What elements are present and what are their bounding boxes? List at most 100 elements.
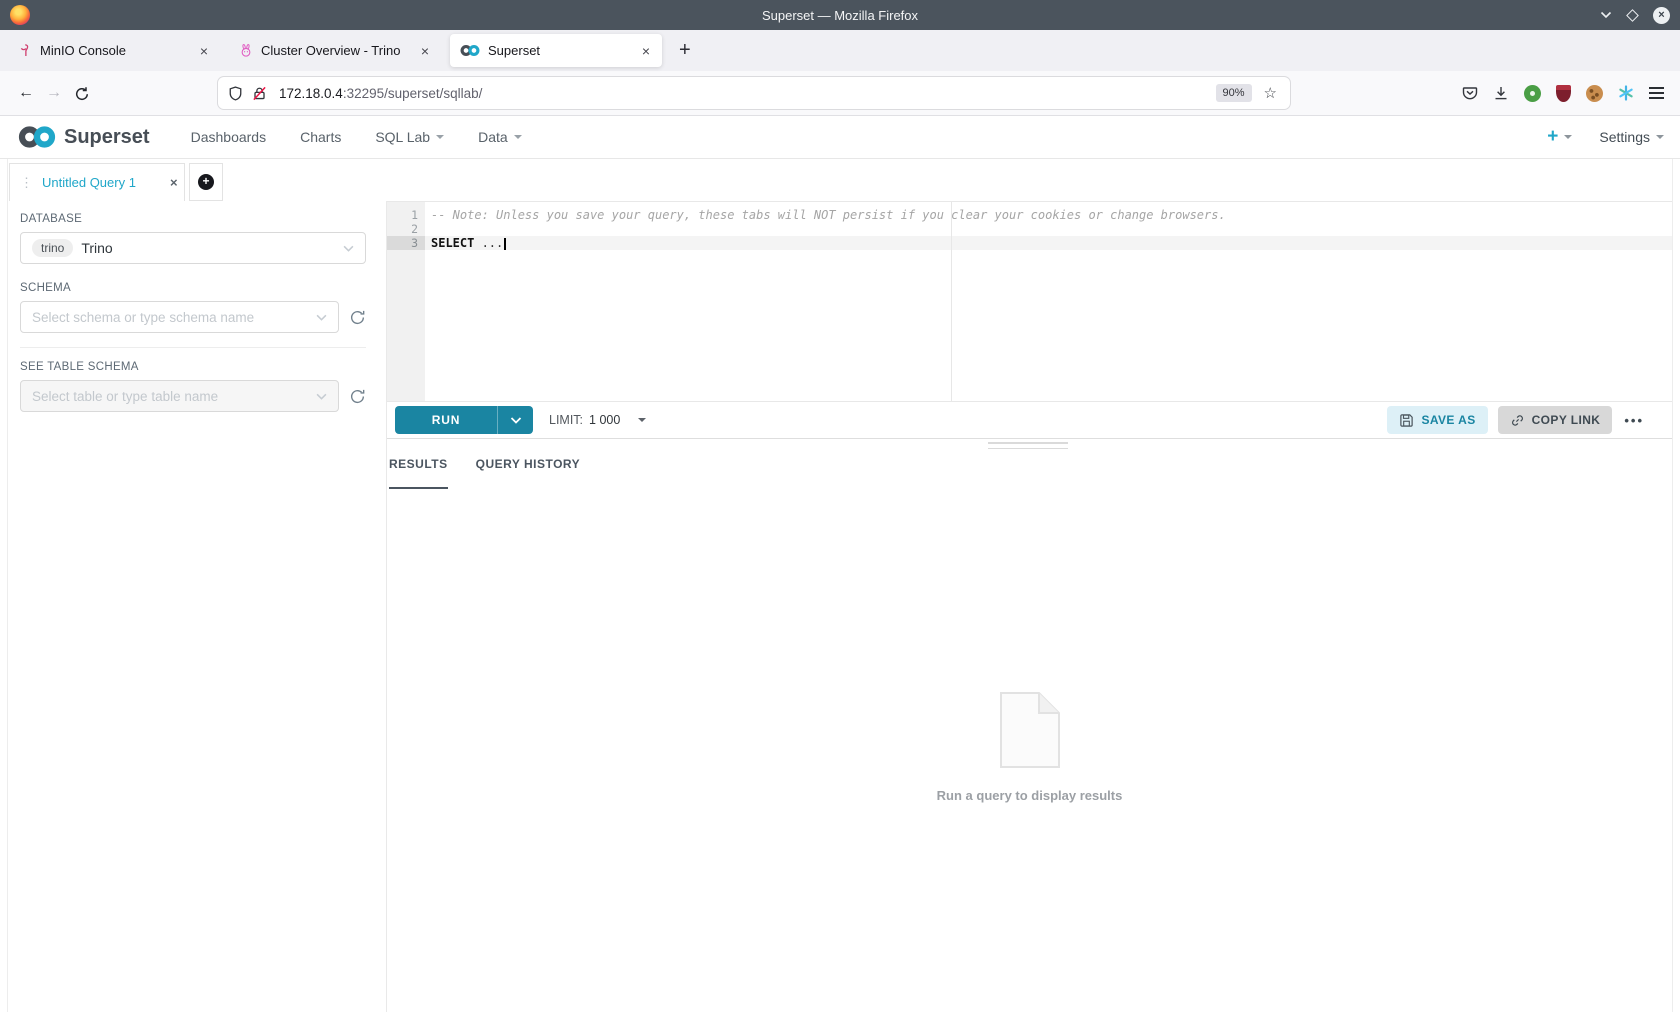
editor-gutter: 1 2 3 bbox=[387, 202, 425, 401]
run-options-button[interactable] bbox=[497, 406, 533, 434]
shield-permissions-icon[interactable] bbox=[228, 85, 243, 101]
browser-tab-trino[interactable]: Cluster Overview - Trino × bbox=[229, 34, 441, 67]
plus-circle-icon: + bbox=[198, 174, 214, 190]
browser-toolbar: ← → 172.18.0.4:32295/superset/sqllab/ 90… bbox=[0, 71, 1680, 116]
refresh-tables-icon[interactable] bbox=[349, 388, 366, 405]
forward-button: → bbox=[46, 84, 62, 101]
extension-green-icon[interactable] bbox=[1524, 84, 1541, 102]
window-minimize-icon[interactable] bbox=[1600, 11, 1612, 19]
reload-button[interactable] bbox=[68, 84, 96, 102]
query-tab-active[interactable]: ⋮ Untitled Query 1 × bbox=[9, 163, 185, 201]
limit-value: 1 000 bbox=[589, 413, 621, 427]
results-panel: RESULTS QUERY HISTORY Run a query to dis… bbox=[387, 438, 1672, 1012]
window-titlebar: Superset — Mozilla Firefox × bbox=[0, 0, 1680, 30]
database-label: DATABASE bbox=[20, 213, 83, 225]
more-options-button[interactable]: ••• bbox=[1622, 413, 1646, 428]
trino-bunny-icon bbox=[241, 44, 251, 57]
tab-close-icon[interactable]: × bbox=[196, 43, 212, 59]
insecure-lock-icon[interactable] bbox=[252, 86, 267, 101]
row-limit-control[interactable]: LIMIT: 1 000 bbox=[549, 413, 647, 427]
editor-pane: 1 2 3 -- Note: Unless you save your quer… bbox=[387, 201, 1672, 1012]
sql-code: ... bbox=[474, 236, 504, 250]
chevron-down-icon bbox=[436, 135, 445, 139]
panel-resize-handle[interactable] bbox=[987, 442, 1068, 453]
url-bar[interactable]: 172.18.0.4:32295/superset/sqllab/ 90% ☆ bbox=[218, 77, 1290, 109]
browser-tab-minio[interactable]: MinIO Console × bbox=[8, 34, 220, 67]
link-icon bbox=[1511, 414, 1523, 426]
browser-tab-label: Cluster Overview - Trino bbox=[261, 43, 401, 58]
schema-label: SCHEMA bbox=[20, 282, 72, 294]
add-query-tab-button[interactable]: + bbox=[189, 163, 223, 201]
settings-menu-button[interactable]: Settings bbox=[1599, 129, 1664, 145]
sql-comment: -- Note: Unless you save your query, the… bbox=[431, 208, 1226, 222]
nav-item-sql-lab[interactable]: SQL Lab bbox=[358, 129, 461, 145]
sql-keyword: SELECT bbox=[431, 236, 475, 250]
empty-document-icon bbox=[999, 692, 1060, 768]
database-select[interactable]: trino Trino bbox=[20, 232, 366, 264]
database-value: Trino bbox=[81, 240, 113, 256]
asterisk-extension-icon[interactable] bbox=[1618, 85, 1634, 101]
query-tab-bar: ⋮ Untitled Query 1 × + bbox=[8, 159, 1672, 201]
save-as-button[interactable]: SAVE AS bbox=[1387, 406, 1488, 434]
window-close-button[interactable]: × bbox=[1653, 6, 1670, 24]
limit-label: LIMIT: bbox=[549, 413, 584, 427]
line-number-active: 3 bbox=[387, 236, 425, 250]
firefox-logo-icon bbox=[10, 5, 30, 25]
window-maximize-icon[interactable] bbox=[1626, 8, 1639, 22]
tab-query-history[interactable]: QUERY HISTORY bbox=[476, 439, 581, 489]
chevron-down-icon bbox=[513, 135, 522, 139]
sql-lab-container: ⋮ Untitled Query 1 × + DATABASE trino Tr… bbox=[7, 159, 1673, 1012]
page-zoom-badge[interactable]: 90% bbox=[1215, 84, 1252, 102]
url-text[interactable]: 172.18.0.4:32295/superset/sqllab/ bbox=[279, 86, 482, 101]
active-code-line: SELECT ... bbox=[425, 236, 1672, 250]
table-select[interactable]: Select table or type table name bbox=[20, 380, 339, 412]
cookie-extension-icon[interactable] bbox=[1586, 84, 1603, 102]
nav-item-data[interactable]: Data bbox=[461, 129, 539, 145]
brand-name[interactable]: Superset bbox=[64, 126, 150, 149]
table-placeholder: Select table or type table name bbox=[32, 388, 219, 404]
sql-editor[interactable]: 1 2 3 -- Note: Unless you save your quer… bbox=[387, 201, 1672, 402]
tab-close-icon[interactable]: × bbox=[638, 43, 654, 59]
url-host: 172.18.0.4 bbox=[279, 85, 343, 101]
browser-tab-superset[interactable]: Superset × bbox=[450, 34, 662, 67]
chevron-down-icon bbox=[1564, 135, 1573, 139]
line-number: 2 bbox=[411, 222, 418, 236]
save-floppy-icon bbox=[1400, 413, 1414, 427]
bookmark-star-icon[interactable]: ☆ bbox=[1261, 84, 1280, 102]
back-button[interactable]: ← bbox=[12, 84, 40, 102]
schema-placeholder: Select schema or type schema name bbox=[32, 309, 255, 325]
drag-handle-icon[interactable]: ⋮ bbox=[20, 175, 33, 191]
schema-select[interactable]: Select schema or type schema name bbox=[20, 301, 339, 333]
run-label[interactable]: RUN bbox=[395, 406, 497, 434]
ublock-shield-icon[interactable] bbox=[1556, 84, 1571, 102]
run-query-button[interactable]: RUN bbox=[395, 406, 533, 434]
browser-tab-label: MinIO Console bbox=[40, 43, 126, 58]
sidebar-divider bbox=[20, 347, 366, 348]
tab-close-icon[interactable]: × bbox=[417, 43, 433, 59]
superset-navbar: Superset Dashboards Charts SQL Lab Data … bbox=[0, 116, 1680, 159]
downloads-icon[interactable] bbox=[1493, 85, 1509, 101]
new-tab-button[interactable]: + bbox=[671, 39, 699, 62]
url-path: :32295/superset/sqllab/ bbox=[342, 85, 483, 101]
editor-code-area[interactable]: -- Note: Unless you save your query, the… bbox=[425, 202, 1672, 401]
query-tab-close-icon[interactable]: × bbox=[170, 175, 178, 190]
plus-icon: + bbox=[1547, 126, 1559, 147]
refresh-schemas-icon[interactable] bbox=[349, 309, 366, 326]
window-title: Superset — Mozilla Firefox bbox=[761, 7, 919, 23]
menu-hamburger-icon[interactable] bbox=[1649, 87, 1664, 99]
nav-item-charts[interactable]: Charts bbox=[283, 129, 358, 145]
pocket-icon[interactable] bbox=[1462, 85, 1478, 101]
chevron-down-icon bbox=[1656, 135, 1664, 139]
tab-results[interactable]: RESULTS bbox=[389, 439, 448, 489]
browser-tab-bar: MinIO Console × Cluster Overview - Trino… bbox=[0, 30, 1680, 71]
line-number: 1 bbox=[411, 208, 418, 222]
table-schema-label: SEE TABLE SCHEMA bbox=[20, 361, 139, 373]
superset-logo[interactable] bbox=[18, 125, 56, 149]
text-cursor bbox=[504, 238, 506, 250]
reload-icon bbox=[75, 87, 89, 100]
superset-favicon bbox=[460, 44, 480, 57]
nav-item-dashboards[interactable]: Dashboards bbox=[174, 129, 284, 145]
results-empty-state: Run a query to display results bbox=[387, 489, 1672, 1009]
copy-link-button[interactable]: COPY LINK bbox=[1497, 406, 1613, 434]
new-item-menu-button[interactable]: + bbox=[1547, 126, 1573, 148]
